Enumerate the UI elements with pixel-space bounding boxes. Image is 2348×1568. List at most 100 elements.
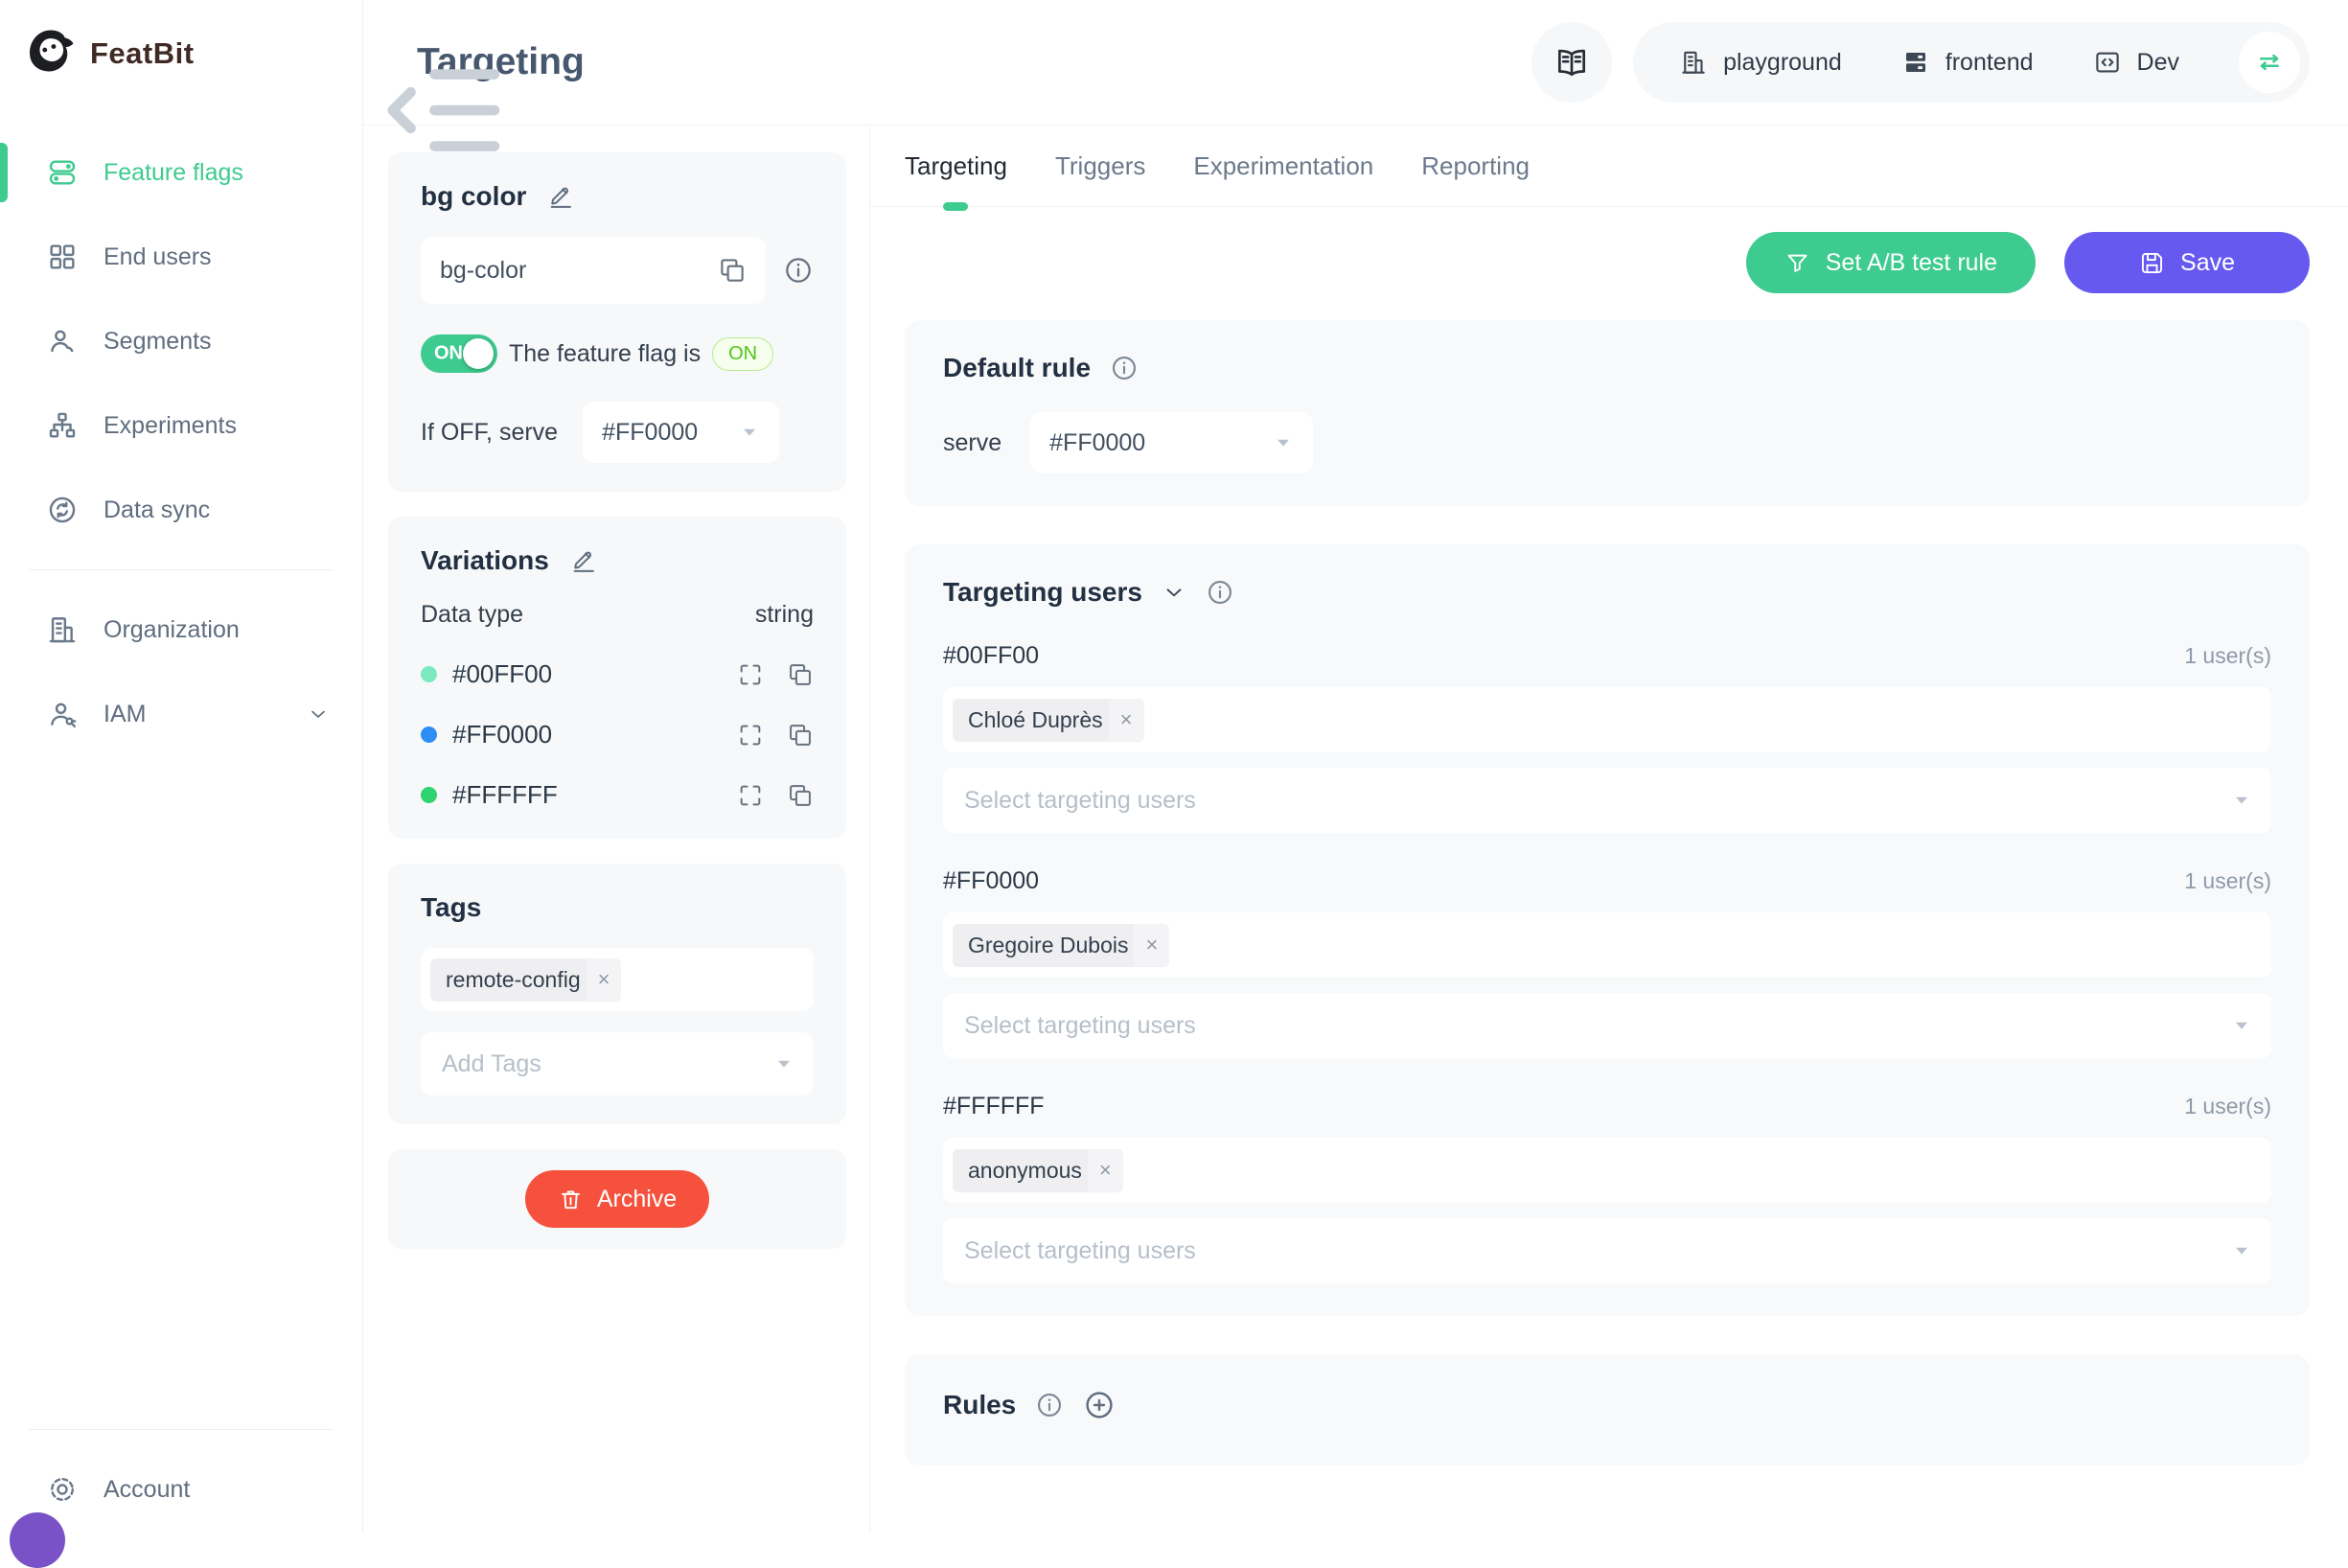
targeting-users-input[interactable]	[962, 1011, 2231, 1041]
remove-user-icon[interactable]: ×	[1109, 699, 1144, 741]
variation-row: #FF0000	[421, 720, 814, 749]
logo-row: FeatBit	[0, 0, 362, 107]
copy-icon[interactable]	[787, 782, 814, 809]
expand-icon[interactable]	[737, 782, 764, 809]
service-name: frontend	[1945, 49, 2034, 77]
selected-users-field[interactable]: anonymous ×	[943, 1138, 2271, 1203]
sidebar-item-label: Segments	[104, 328, 212, 356]
user-chip: Gregoire Dubois ×	[953, 924, 1169, 967]
variation-row: #FFFFFF	[421, 780, 814, 810]
tab-targeting[interactable]: Targeting	[905, 126, 1007, 206]
add-rule-icon[interactable]	[1083, 1389, 1116, 1421]
tags-field[interactable]: remote-config ×	[421, 948, 814, 1011]
default-serve-select[interactable]: #FF0000	[1030, 412, 1313, 473]
switch-environment-button[interactable]	[2239, 32, 2300, 93]
sidebar-item-organization[interactable]: Organization	[0, 588, 362, 672]
copy-icon[interactable]	[787, 722, 814, 749]
env-selector[interactable]: Dev	[2093, 48, 2179, 77]
toggle-knob	[463, 338, 494, 369]
selected-users-field[interactable]: Gregoire Dubois ×	[943, 912, 2271, 978]
expand-icon[interactable]	[737, 722, 764, 749]
sidebar-item-feature-flags[interactable]: Feature flags	[0, 130, 362, 215]
off-serve-select[interactable]: #FF0000	[583, 402, 779, 463]
targeting-users-input[interactable]	[962, 786, 2231, 816]
trash-icon	[558, 1187, 584, 1212]
set-ab-test-rule-button[interactable]: Set A/B test rule	[1746, 232, 2036, 293]
rules-title: Rules	[943, 1390, 1016, 1420]
toggle-state-label: ON	[434, 343, 463, 365]
sidebar-item-iam[interactable]: IAM	[0, 672, 362, 756]
flag-side-panel: bg color bg-color ON	[363, 126, 870, 1532]
building-icon	[1679, 48, 1708, 77]
chevron-down-icon[interactable]	[1162, 580, 1186, 605]
info-icon[interactable]	[1035, 1391, 1064, 1419]
group-variation-label: #00FF00	[943, 642, 1039, 670]
select-targeting-users[interactable]	[943, 1218, 2271, 1283]
remove-tag-icon[interactable]: ×	[587, 958, 622, 1001]
variations-title: Variations	[421, 545, 549, 576]
project-selector[interactable]: playground	[1679, 48, 1842, 77]
copy-icon[interactable]	[787, 661, 814, 688]
tag-chip: remote-config ×	[430, 958, 621, 1002]
tab-reporting[interactable]: Reporting	[1421, 126, 1530, 206]
targeting-users-input[interactable]	[962, 1236, 2231, 1266]
remove-user-icon[interactable]: ×	[1134, 924, 1169, 966]
save-button[interactable]: Save	[2064, 232, 2310, 293]
environment-switcher[interactable]: playground frontend Dev	[1633, 22, 2310, 103]
expand-icon[interactable]	[737, 661, 764, 688]
sidebar-nav: Feature flags End users Segments Experim…	[0, 130, 362, 756]
tab-bar: Targeting Triggers Experimentation Repor…	[870, 126, 2348, 207]
copy-icon[interactable]	[718, 256, 747, 285]
caret-down-icon	[739, 422, 760, 443]
collapse-sidebar-button[interactable]	[303, 38, 334, 69]
sidebar-item-experiments[interactable]: Experiments	[0, 383, 362, 468]
content: bg color bg-color ON	[363, 126, 2348, 1532]
archive-button[interactable]: Archive	[525, 1170, 709, 1228]
tab-experimentation[interactable]: Experimentation	[1193, 126, 1373, 206]
user-chip-label: Chloé Duprès	[953, 699, 1109, 742]
flag-toggle[interactable]: ON	[421, 334, 497, 373]
sidebar-item-segments[interactable]: Segments	[0, 299, 362, 383]
add-tags-select[interactable]	[421, 1032, 814, 1095]
sidebar-divider	[29, 1429, 334, 1430]
select-targeting-users[interactable]	[943, 993, 2271, 1058]
select-targeting-users[interactable]	[943, 768, 2271, 833]
variation-value: #00FF00	[452, 659, 552, 689]
sidebar-bottom: Account	[0, 1412, 362, 1532]
remove-user-icon[interactable]: ×	[1088, 1149, 1123, 1191]
environment-name: Dev	[2137, 49, 2179, 77]
end-users-icon	[46, 241, 79, 273]
edit-pencil-icon[interactable]	[570, 547, 597, 574]
active-indicator	[0, 143, 8, 202]
tab-triggers[interactable]: Triggers	[1055, 126, 1145, 206]
info-icon[interactable]	[1206, 578, 1234, 607]
archive-card: Archive	[388, 1149, 846, 1249]
group-variation-label: #FF0000	[943, 867, 1039, 895]
sidebar-item-label: Experiments	[104, 412, 237, 440]
main-area: Targeting playground frontend	[363, 0, 2348, 1532]
selected-users-field[interactable]: Chloé Duprès ×	[943, 687, 2271, 752]
sidebar-item-data-sync[interactable]: Data sync	[0, 468, 362, 552]
service-selector[interactable]: frontend	[1901, 48, 2034, 77]
info-icon[interactable]	[1110, 354, 1139, 382]
sidebar-item-label: Organization	[104, 616, 240, 644]
variation-color-dot	[421, 666, 437, 682]
add-tags-input[interactable]	[440, 1049, 773, 1079]
targeting-users-title: Targeting users	[943, 577, 1142, 608]
assistant-avatar[interactable]	[10, 1512, 65, 1568]
sidebar-item-label: IAM	[104, 701, 146, 728]
default-rule-panel: Default rule serve #FF0000	[905, 320, 2310, 506]
featbit-logo-icon	[23, 27, 77, 81]
sidebar-item-end-users[interactable]: End users	[0, 215, 362, 299]
sidebar-divider	[29, 569, 334, 570]
edit-pencil-icon[interactable]	[547, 183, 574, 210]
flag-key-field[interactable]: bg-color	[421, 237, 766, 304]
save-floppy-icon	[2139, 250, 2165, 276]
caret-down-icon	[773, 1053, 794, 1074]
info-icon[interactable]	[783, 255, 814, 286]
flag-detail-panel: Targeting Triggers Experimentation Repor…	[870, 126, 2348, 1532]
targeting-users-panel: Targeting users #00FF00 1 user(s)	[905, 544, 2310, 1316]
caret-down-icon	[2231, 1015, 2252, 1036]
docs-button[interactable]	[1531, 22, 1612, 103]
funnel-icon	[1784, 250, 1810, 276]
